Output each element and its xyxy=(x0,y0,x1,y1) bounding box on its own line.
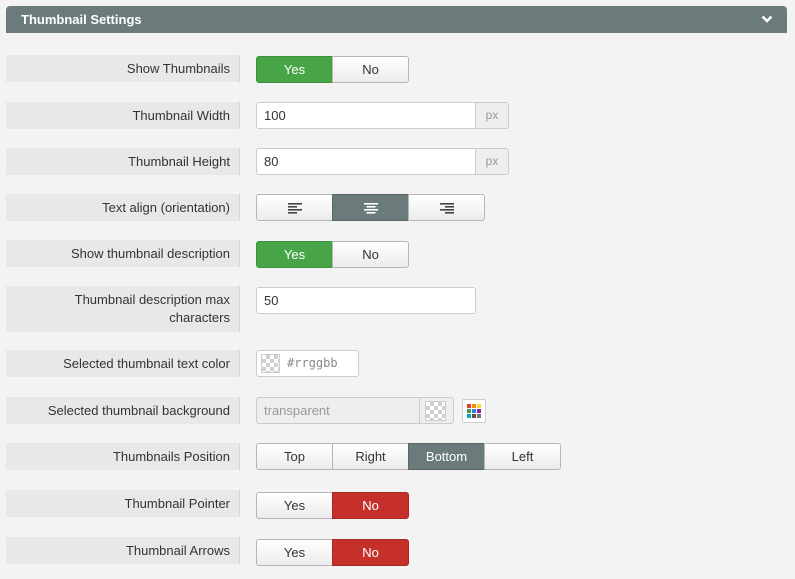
pointer-row: Thumbnail Pointer Yes No xyxy=(6,490,787,519)
align-center-icon xyxy=(363,203,378,214)
description-max-input[interactable]: 50 xyxy=(256,287,476,314)
text-align-row: Text align (orientation) xyxy=(6,194,787,221)
divider xyxy=(239,286,240,332)
arrows-row: Thumbnail Arrows Yes No xyxy=(6,537,787,566)
thumbnail-height-row: Thumbnail Height 80 px xyxy=(6,148,787,175)
thumbnail-height-label: Thumbnail Height xyxy=(6,148,239,175)
divider xyxy=(239,148,240,175)
position-top-button[interactable]: Top xyxy=(256,443,333,470)
chevron-down-icon[interactable] xyxy=(761,15,773,23)
text-color-label: Selected thumbnail text color xyxy=(6,350,239,377)
pointer-no-button[interactable]: No xyxy=(332,492,409,519)
align-right-button[interactable] xyxy=(408,194,485,221)
divider xyxy=(239,55,240,82)
show-description-row: Show thumbnail description Yes No xyxy=(6,240,787,268)
thumbnail-height-unit: px xyxy=(476,148,509,175)
text-color-row: Selected thumbnail text color #rrggbb xyxy=(6,350,787,377)
background-label: Selected thumbnail background xyxy=(6,397,239,424)
description-max-label-line2: characters xyxy=(169,310,230,325)
position-bottom-button[interactable]: Bottom xyxy=(408,443,485,470)
show-description-label: Show thumbnail description xyxy=(6,240,239,267)
position-left-button[interactable]: Left xyxy=(484,443,561,470)
panel-title: Thumbnail Settings xyxy=(21,12,142,27)
pointer-toggle: Yes No xyxy=(256,492,409,519)
arrows-label: Thumbnail Arrows xyxy=(6,537,239,564)
arrows-yes-button[interactable]: Yes xyxy=(256,539,333,566)
position-row: Thumbnails Position Top Right Bottom Lef… xyxy=(6,443,787,470)
divider xyxy=(239,350,240,377)
divider xyxy=(239,102,240,129)
color-palette-button[interactable] xyxy=(462,399,486,423)
thumbnail-width-input[interactable]: 100 xyxy=(256,102,476,129)
thumbnail-width-row: Thumbnail Width 100 px xyxy=(6,102,787,129)
divider xyxy=(239,194,240,221)
pointer-label: Thumbnail Pointer xyxy=(6,490,239,517)
transparent-swatch-icon xyxy=(261,354,280,373)
pointer-yes-button[interactable]: Yes xyxy=(256,492,333,519)
divider xyxy=(239,397,240,424)
divider xyxy=(239,490,240,517)
arrows-toggle: Yes No xyxy=(256,539,409,566)
background-row: Selected thumbnail background transparen… xyxy=(6,397,787,424)
background-input[interactable]: transparent xyxy=(256,397,420,424)
background-swatch-addon xyxy=(420,397,454,424)
show-thumbnails-row: Show Thumbnails Yes No xyxy=(6,55,787,83)
align-left-icon xyxy=(287,203,302,214)
text-align-group xyxy=(256,194,485,221)
show-description-toggle: Yes No xyxy=(256,241,409,268)
description-max-label-line1: Thumbnail description max xyxy=(74,292,230,307)
divider xyxy=(239,443,240,470)
align-center-button[interactable] xyxy=(332,194,409,221)
transparent-swatch-icon xyxy=(425,401,446,421)
thumbnail-width-unit: px xyxy=(476,102,509,129)
show-description-yes-button[interactable]: Yes xyxy=(256,241,333,268)
show-thumbnails-toggle: Yes No xyxy=(256,56,409,83)
align-right-icon xyxy=(439,203,454,214)
show-thumbnails-label: Show Thumbnails xyxy=(6,55,239,82)
divider xyxy=(239,537,240,564)
show-thumbnails-yes-button[interactable]: Yes xyxy=(256,56,333,83)
divider xyxy=(239,240,240,267)
thumbnail-height-input[interactable]: 80 xyxy=(256,148,476,175)
thumbnail-width-label: Thumbnail Width xyxy=(6,102,239,129)
color-palette-icon xyxy=(467,404,481,418)
arrows-no-button[interactable]: No xyxy=(332,539,409,566)
position-group: Top Right Bottom Left xyxy=(256,443,561,470)
show-thumbnails-no-button[interactable]: No xyxy=(332,56,409,83)
description-max-row: Thumbnail description max characters 50 xyxy=(6,286,787,332)
position-right-button[interactable]: Right xyxy=(332,443,409,470)
show-description-no-button[interactable]: No xyxy=(332,241,409,268)
align-left-button[interactable] xyxy=(256,194,333,221)
panel-header[interactable]: Thumbnail Settings xyxy=(6,6,787,33)
position-label: Thumbnails Position xyxy=(6,443,239,470)
description-max-label: Thumbnail description max characters xyxy=(6,286,239,332)
text-align-label: Text align (orientation) xyxy=(6,194,239,221)
